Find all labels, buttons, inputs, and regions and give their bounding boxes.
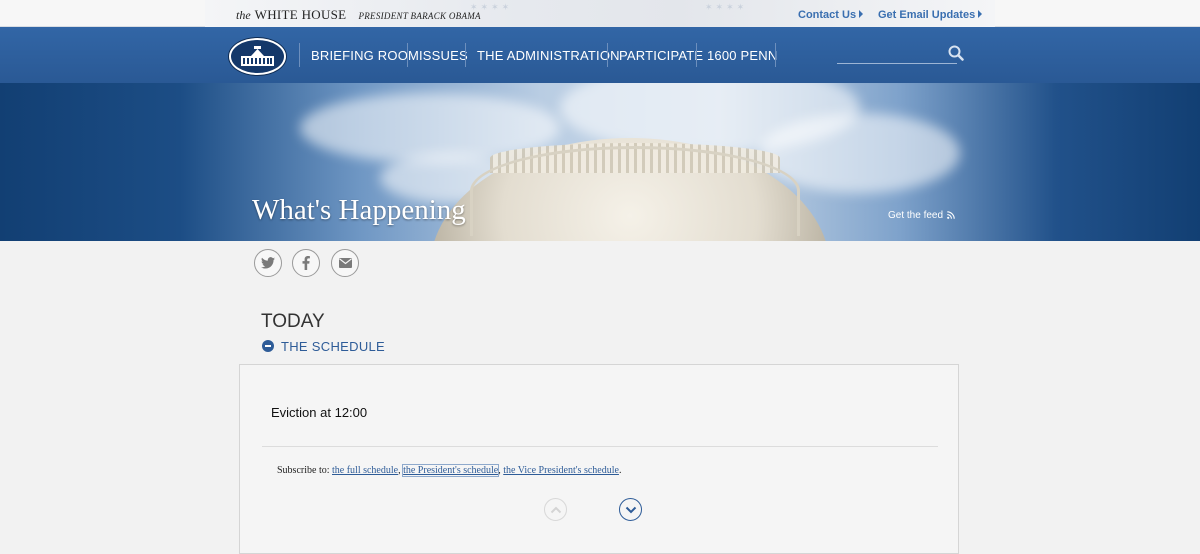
president-schedule-link[interactable]: the President's schedule: [402, 464, 500, 477]
collapse-minus-icon[interactable]: [262, 340, 274, 352]
site-brand[interactable]: the WHITE HOUSE PRESIDENT BARACK OBAMA: [236, 6, 481, 24]
scroll-down-button[interactable]: [619, 498, 642, 521]
email-share-button[interactable]: [331, 249, 359, 277]
white-house-logo[interactable]: [229, 38, 286, 75]
twitter-icon: [255, 250, 281, 276]
get-the-feed-link[interactable]: Get the feed: [888, 210, 955, 221]
search-icon[interactable]: [948, 45, 964, 66]
search-input[interactable]: [837, 63, 957, 64]
schedule-toggle[interactable]: THE SCHEDULE: [281, 339, 385, 354]
contact-us-link[interactable]: Contact Us: [798, 9, 864, 21]
email-icon: [332, 250, 358, 276]
scroll-up-button[interactable]: [544, 498, 567, 521]
nav-participate[interactable]: PARTICIPATE: [619, 48, 703, 63]
schedule-event: Eviction at 12:00: [271, 405, 368, 420]
period: .: [618, 465, 622, 476]
vice-president-schedule-link[interactable]: the Vice President's schedule: [503, 465, 619, 476]
nav-briefing-room[interactable]: BRIEFING ROOM: [311, 48, 419, 63]
twitter-share-button[interactable]: [254, 249, 282, 277]
feed-label: Get the feed: [888, 210, 944, 221]
email-updates-link[interactable]: Get Email Updates: [878, 9, 983, 21]
subscribe-line: Subscribe to: the full schedule, the Pre…: [277, 464, 622, 477]
hero-cornice: [470, 146, 800, 236]
nav-separator: [775, 43, 776, 67]
schedule-panel: [239, 364, 959, 554]
main-navigation: BRIEFING ROOM ISSUES THE ADMINISTRATION …: [0, 27, 1200, 83]
nav-the-administration[interactable]: THE ADMINISTRATION: [477, 48, 620, 63]
subscribe-prefix: Subscribe to:: [277, 465, 330, 476]
nav-separator: [465, 43, 466, 67]
full-schedule-link[interactable]: the full schedule: [332, 465, 398, 476]
nav-separator: [607, 43, 608, 67]
chevron-up-icon: [545, 499, 566, 520]
facebook-share-button[interactable]: [292, 249, 320, 277]
nav-issues[interactable]: ISSUES: [419, 48, 468, 63]
arrow-right-icon: [859, 10, 864, 18]
white-house-icon: [241, 46, 274, 66]
arrow-right-icon: [978, 10, 983, 18]
nav-1600-penn[interactable]: 1600 PENN: [707, 48, 777, 63]
separator: ,: [398, 465, 401, 476]
brand-president: PRESIDENT BARACK OBAMA: [358, 11, 481, 21]
nav-separator: [696, 43, 697, 67]
contact-us-label: Contact Us: [798, 9, 857, 21]
brand-name: WHITE HOUSE: [254, 7, 347, 22]
separator: ,: [498, 465, 501, 476]
nav-separator: [407, 43, 408, 67]
today-heading: TODAY: [261, 311, 325, 332]
facebook-icon: [293, 250, 319, 276]
chevron-down-icon: [620, 499, 641, 520]
page-title: What's Happening: [252, 194, 466, 226]
rss-icon: [946, 211, 955, 219]
top-strip: ✶✶✶✶ ✶✶✶✶ the WHITE HOUSE PRESIDENT BARA…: [0, 0, 1200, 27]
email-updates-label: Get Email Updates: [878, 9, 976, 21]
divider: [262, 446, 938, 447]
nav-separator: [299, 43, 300, 67]
brand-the: the: [236, 8, 251, 22]
stars-decoration-right: ✶✶✶✶: [705, 2, 748, 12]
hero-banner: What's Happening Get the feed: [0, 83, 1200, 241]
